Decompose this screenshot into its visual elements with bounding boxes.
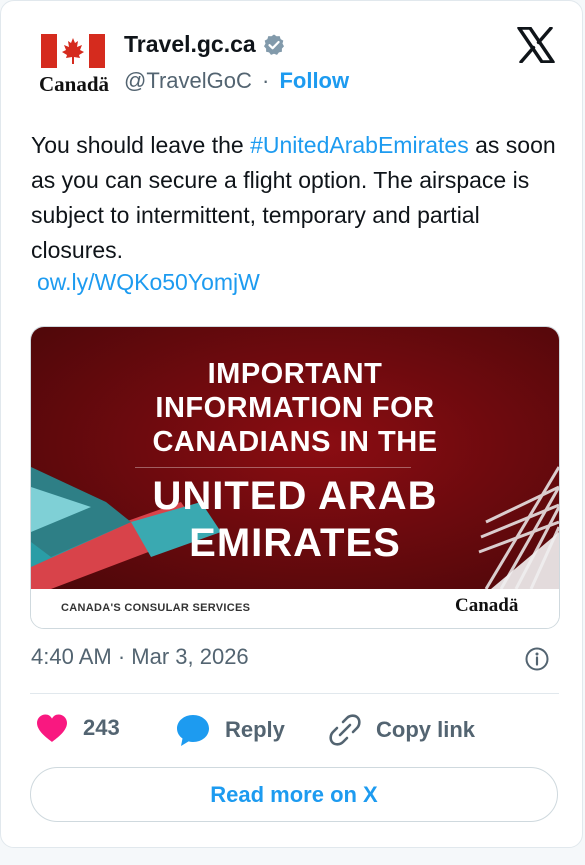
reply-bubble-icon: [177, 715, 209, 746]
media-title-line1: UNITED ARAB: [152, 474, 438, 518]
like-count: 243: [83, 715, 120, 740]
follow-button[interactable]: Follow: [279, 68, 349, 93]
reply-button[interactable]: Reply: [175, 713, 285, 747]
media-footer: CANADA'S CONSULAR SERVICES Canadä: [31, 589, 559, 628]
embedded-post-card: Canadä Travel.gc.ca @TravelGoC · Follow …: [0, 0, 583, 848]
media-canada-wordmark: Canadä: [455, 595, 519, 616]
media-heading-line3: CANADIANS IN THE: [152, 426, 438, 458]
x-logo-icon[interactable]: [517, 27, 555, 63]
media-title-line2: EMIRATES: [189, 521, 401, 565]
copy-link-button[interactable]: Copy link: [328, 713, 475, 747]
post-timestamp[interactable]: 4:40 AM · Mar 3, 2026: [31, 644, 249, 670]
display-name[interactable]: Travel.gc.ca: [124, 31, 256, 58]
account-handle[interactable]: @TravelGoC: [124, 68, 252, 93]
heart-icon: [37, 714, 67, 742]
hashtag-link[interactable]: #UnitedArabEmirates: [250, 132, 469, 158]
reply-label: Reply: [225, 717, 285, 742]
like-button[interactable]: 243: [35, 713, 120, 743]
media-divider: [135, 467, 411, 468]
handle-separator: ·: [262, 68, 270, 93]
info-icon[interactable]: [524, 646, 550, 672]
meta-divider: [30, 693, 559, 694]
link-chain-icon: [329, 714, 361, 746]
account-avatar-logo[interactable]: Canadä: [37, 34, 109, 96]
read-more-button[interactable]: Read more on X: [30, 767, 558, 822]
post-short-link[interactable]: ow.ly/WQKo50YomjW: [37, 269, 260, 296]
media-heading-line1: IMPORTANT: [207, 358, 383, 390]
post-media-image[interactable]: IMPORTANT INFORMATION FOR CANADIANS IN T…: [30, 326, 560, 629]
media-heading-line2: INFORMATION FOR: [155, 392, 435, 424]
media-artwork: IMPORTANT INFORMATION FOR CANADIANS IN T…: [31, 327, 559, 589]
verified-badge-icon: [263, 34, 284, 55]
canada-flag-icon: [41, 34, 105, 68]
post-text-start: You should leave the: [31, 132, 251, 158]
copy-link-label: Copy link: [376, 717, 476, 742]
consular-services-label: CANADA'S CONSULAR SERVICES: [61, 602, 251, 614]
post-text: You should leave the #UnitedArabEmirates…: [31, 128, 556, 268]
canada-wordmark: Canadä: [39, 72, 110, 96]
